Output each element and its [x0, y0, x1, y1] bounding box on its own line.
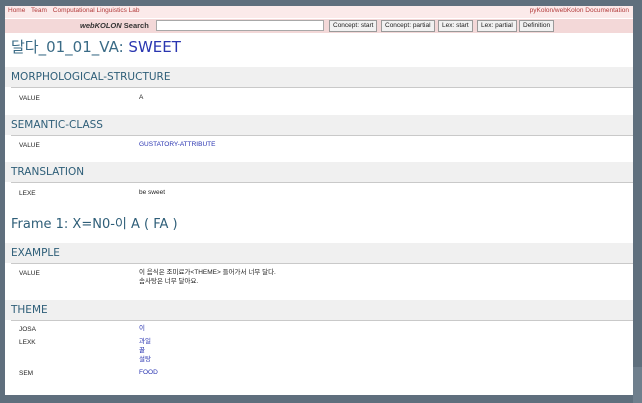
search-label: webKOLON Search [80, 21, 149, 30]
section-divider [11, 87, 633, 88]
section-heading-translation: TRANSLATION [5, 162, 633, 182]
section-title: THEME [11, 304, 48, 316]
example-sentence: 솜사탕은 너무 달아요. [139, 278, 199, 285]
field-value: A [139, 94, 144, 101]
section-heading-semantic-class: SEMANTIC-CLASS [5, 115, 633, 135]
dictionary-page: Home Team Computational Linguistics Lab … [5, 6, 633, 395]
frame-title: Frame 1: X=N0-이 A ( FA ) [11, 217, 178, 232]
section-divider [11, 263, 633, 264]
field-key: JOSA [19, 326, 36, 333]
section-heading-morphological-structure: MORPHOLOGICAL-STRUCTURE [5, 67, 633, 87]
lex-partial-button[interactable]: Lex: partial [477, 20, 517, 32]
entry-title: 달다_01_01_VA: SWEET [11, 36, 181, 57]
concept-start-button[interactable]: Concept: start [329, 20, 378, 32]
definition-button[interactable]: Definition [519, 20, 555, 32]
entry-keyword[interactable]: SWEET [128, 38, 180, 56]
theme-lexk-link[interactable]: 과일 [139, 338, 151, 346]
concept-partial-button[interactable]: Concept: partial [381, 20, 435, 32]
field-key: VALUE [19, 270, 40, 277]
section-title: TRANSLATION [11, 166, 85, 178]
field-key: VALUE [19, 142, 40, 149]
field-key: LEXK [19, 339, 36, 346]
section-heading-example: EXAMPLE [5, 243, 633, 263]
theme-sem-link[interactable]: FOOD [139, 369, 158, 377]
field-key: SEM [19, 370, 34, 377]
search-bar: webKOLON Search Concept: start Concept: … [5, 19, 633, 33]
top-nav-links: Home Team Computational Linguistics Lab [8, 7, 143, 14]
field-key: LEXE [19, 190, 36, 197]
search-input[interactable] [156, 20, 324, 31]
semantic-class-link[interactable]: GUSTATORY-ATTRIBUTE [139, 141, 215, 149]
section-title: SEMANTIC-CLASS [11, 119, 103, 131]
window-scrollbar[interactable] [633, 367, 642, 403]
theme-lexk-link[interactable]: 설탕 [139, 356, 151, 364]
section-heading-theme: THEME [5, 300, 633, 320]
theme-lexk-link[interactable]: 꿀 [139, 347, 145, 355]
section-title: EXAMPLE [11, 247, 60, 259]
theme-josa-link[interactable]: 이 [139, 325, 145, 333]
search-label-text: Search [123, 21, 149, 30]
field-value: be sweet [139, 189, 166, 196]
nav-link-team[interactable]: Team [31, 7, 47, 14]
section-title: MORPHOLOGICAL-STRUCTURE [11, 71, 171, 83]
section-divider [11, 182, 633, 183]
search-label-brand: webKOLON [80, 21, 122, 30]
nav-link-documentation[interactable]: pyKolon/webKolon Documentation [530, 7, 629, 14]
entry-id: 달다_01_01_VA: [11, 38, 124, 56]
section-divider [11, 320, 633, 321]
nav-link-lab[interactable]: Computational Linguistics Lab [53, 7, 140, 14]
field-key: VALUE [19, 95, 40, 102]
example-sentence: 이 음식은 조미료가<THEME> 들어가서 너무 달다. [139, 269, 276, 276]
section-divider [11, 135, 633, 136]
top-navigation: Home Team Computational Linguistics Lab … [5, 6, 633, 18]
nav-link-home[interactable]: Home [8, 7, 25, 14]
lex-start-button[interactable]: Lex: start [438, 20, 473, 32]
